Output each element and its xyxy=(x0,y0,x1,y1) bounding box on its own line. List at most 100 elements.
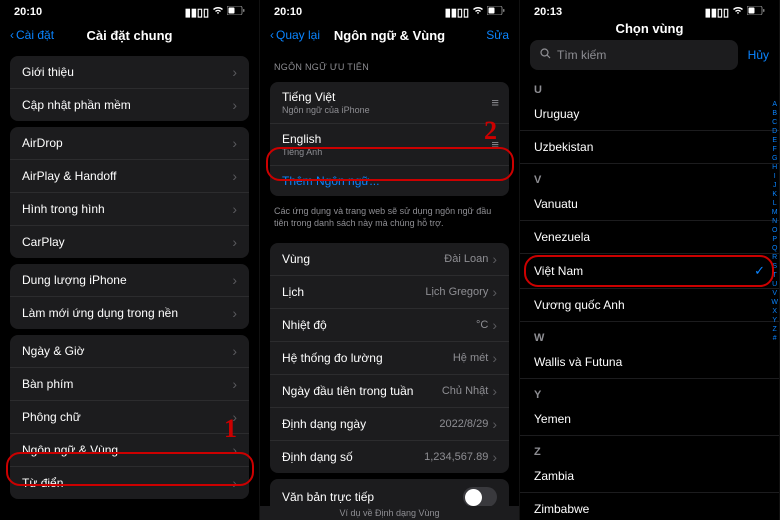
region-name: Vương quốc Anh xyxy=(534,298,625,312)
settings-row[interactable]: Giới thiệu› xyxy=(10,56,249,89)
index-letter[interactable]: I xyxy=(771,172,778,181)
index-letter[interactable]: F xyxy=(771,145,778,154)
settings-row[interactable]: Bàn phím› xyxy=(10,368,249,401)
settings-row[interactable]: Từ điển› xyxy=(10,467,249,499)
settings-row[interactable]: Ngôn ngữ & Vùng› xyxy=(10,434,249,467)
back-button[interactable]: ‹ Quay lại xyxy=(270,28,320,42)
settings-row[interactable]: CarPlay› xyxy=(10,226,249,258)
index-letter[interactable]: Y xyxy=(771,316,778,325)
chevron-right-icon: › xyxy=(232,376,237,392)
index-letter[interactable]: M xyxy=(771,208,778,217)
region-setting-row[interactable]: Định dạng ngày2022/8/29› xyxy=(270,408,509,441)
battery-icon xyxy=(747,6,765,18)
lang-sub: Tiếng Anh xyxy=(282,147,322,157)
page-title: Ngôn ngữ & Vùng xyxy=(334,28,445,43)
index-letter[interactable]: K xyxy=(771,190,778,199)
language-row[interactable]: EnglishTiếng Anh≡ xyxy=(270,124,509,166)
index-letter[interactable]: U xyxy=(771,280,778,289)
panel-general-settings: 20:10 ▮▮▯▯ ‹ Cài đặt Cài đặt chung Giới … xyxy=(0,0,260,520)
chevron-right-icon: › xyxy=(492,317,497,333)
index-letter[interactable]: O xyxy=(771,226,778,235)
region-row[interactable]: Zimbabwe xyxy=(520,493,779,514)
row-label: Cập nhật phần mềm xyxy=(22,98,131,112)
lang-sub: Ngôn ngữ của iPhone xyxy=(282,105,370,115)
region-setting-row[interactable]: VùngĐài Loan› xyxy=(270,243,509,276)
region-row[interactable]: Uruguay xyxy=(520,98,779,131)
region-row[interactable]: Wallis và Futuna xyxy=(520,346,779,379)
region-row[interactable]: Vanuatu xyxy=(520,188,779,221)
index-letter[interactable]: Q xyxy=(771,244,778,253)
settings-row[interactable]: Cập nhật phần mềm› xyxy=(10,89,249,121)
back-button[interactable]: ‹ Cài đặt xyxy=(10,28,54,42)
chevron-right-icon: › xyxy=(492,350,497,366)
panel-language-region: 20:10 ▮▮▯▯ ‹ Quay lại Ngôn ngữ & Vùng Sử… xyxy=(260,0,520,520)
row-label: Giới thiệu xyxy=(22,65,74,79)
add-language-row[interactable]: Thêm Ngôn ngữ... xyxy=(270,166,509,196)
settings-row[interactable]: Hình trong hình› xyxy=(10,193,249,226)
index-letter[interactable]: L xyxy=(771,199,778,208)
chevron-right-icon: › xyxy=(232,442,237,458)
row-label: Định dạng ngày xyxy=(282,417,366,431)
wifi-icon xyxy=(472,6,484,18)
region-name: Yemen xyxy=(534,412,571,426)
chevron-right-icon: › xyxy=(232,201,237,217)
settings-row[interactable]: AirPlay & Handoff› xyxy=(10,160,249,193)
region-row[interactable]: Vương quốc Anh xyxy=(520,289,779,322)
region-setting-row[interactable]: LịchLịch Gregory› xyxy=(270,276,509,309)
nav-bar: ‹ Quay lại Ngôn ngữ & Vùng Sửa xyxy=(260,22,519,50)
settings-row[interactable]: Làm mới ứng dụng trong nền› xyxy=(10,297,249,329)
status-time: 20:10 xyxy=(14,6,42,18)
alpha-index[interactable]: ABCDEFGHIJKLMNOPQRSTUVWXYZ# xyxy=(771,100,778,343)
index-letter[interactable]: V xyxy=(771,289,778,298)
index-letter[interactable]: X xyxy=(771,307,778,316)
index-letter[interactable]: # xyxy=(771,334,778,343)
index-letter[interactable]: B xyxy=(771,109,778,118)
index-letter[interactable]: E xyxy=(771,136,778,145)
status-icons: ▮▮▯▯ xyxy=(445,6,505,19)
row-label: Phông chữ xyxy=(22,410,81,424)
index-letter[interactable]: Z xyxy=(771,325,778,334)
search-input[interactable]: Tìm kiếm xyxy=(530,40,738,70)
settings-row[interactable]: Ngày & Giờ› xyxy=(10,335,249,368)
cancel-button[interactable]: Hủy xyxy=(748,48,769,62)
reorder-icon[interactable]: ≡ xyxy=(491,95,497,110)
index-letter[interactable]: R xyxy=(771,253,778,262)
index-letter[interactable]: W xyxy=(771,298,778,307)
region-row[interactable]: Việt Nam✓ xyxy=(520,254,779,289)
region-row[interactable]: Zambia xyxy=(520,460,779,493)
region-row[interactable]: Venezuela xyxy=(520,221,779,254)
region-row[interactable]: Yemen xyxy=(520,403,779,436)
row-label: Nhiệt độ xyxy=(282,318,327,332)
region-setting-row[interactable]: Ngày đầu tiên trong tuầnChủ Nhật› xyxy=(270,375,509,408)
index-letter[interactable]: A xyxy=(771,100,778,109)
index-letter[interactable]: J xyxy=(771,181,778,190)
index-letter[interactable]: D xyxy=(771,127,778,136)
language-row[interactable]: Tiếng ViệtNgôn ngữ của iPhone≡ xyxy=(270,82,509,124)
chevron-right-icon: › xyxy=(232,343,237,359)
live-text-toggle[interactable] xyxy=(463,487,497,507)
index-letter[interactable]: C xyxy=(771,118,778,127)
letter-header: Z xyxy=(520,436,779,460)
region-setting-row[interactable]: Hệ thống đo lườngHệ mét› xyxy=(270,342,509,375)
settings-row[interactable]: Dung lượng iPhone› xyxy=(10,264,249,297)
row-value: Hệ mét xyxy=(453,352,488,364)
row-value: 2022/8/29 xyxy=(439,418,488,430)
region-setting-row[interactable]: Định dạng số1,234,567.89› xyxy=(270,441,509,473)
settings-row[interactable]: Phông chữ› xyxy=(10,401,249,434)
row-label: Ngày đầu tiên trong tuần xyxy=(282,384,413,398)
row-value: Đài Loan xyxy=(444,253,488,265)
callout-2: 2 xyxy=(484,116,497,146)
index-letter[interactable]: G xyxy=(771,154,778,163)
status-time: 20:13 xyxy=(534,6,562,18)
search-placeholder: Tìm kiếm xyxy=(557,48,728,62)
chevron-right-icon: › xyxy=(232,305,237,321)
index-letter[interactable]: H xyxy=(771,163,778,172)
region-row[interactable]: Uzbekistan xyxy=(520,131,779,164)
index-letter[interactable]: T xyxy=(771,271,778,280)
index-letter[interactable]: P xyxy=(771,235,778,244)
edit-button[interactable]: Sửa xyxy=(486,28,509,42)
settings-row[interactable]: AirDrop› xyxy=(10,127,249,160)
index-letter[interactable]: N xyxy=(771,217,778,226)
index-letter[interactable]: S xyxy=(771,262,778,271)
region-setting-row[interactable]: Nhiệt độ°C› xyxy=(270,309,509,342)
